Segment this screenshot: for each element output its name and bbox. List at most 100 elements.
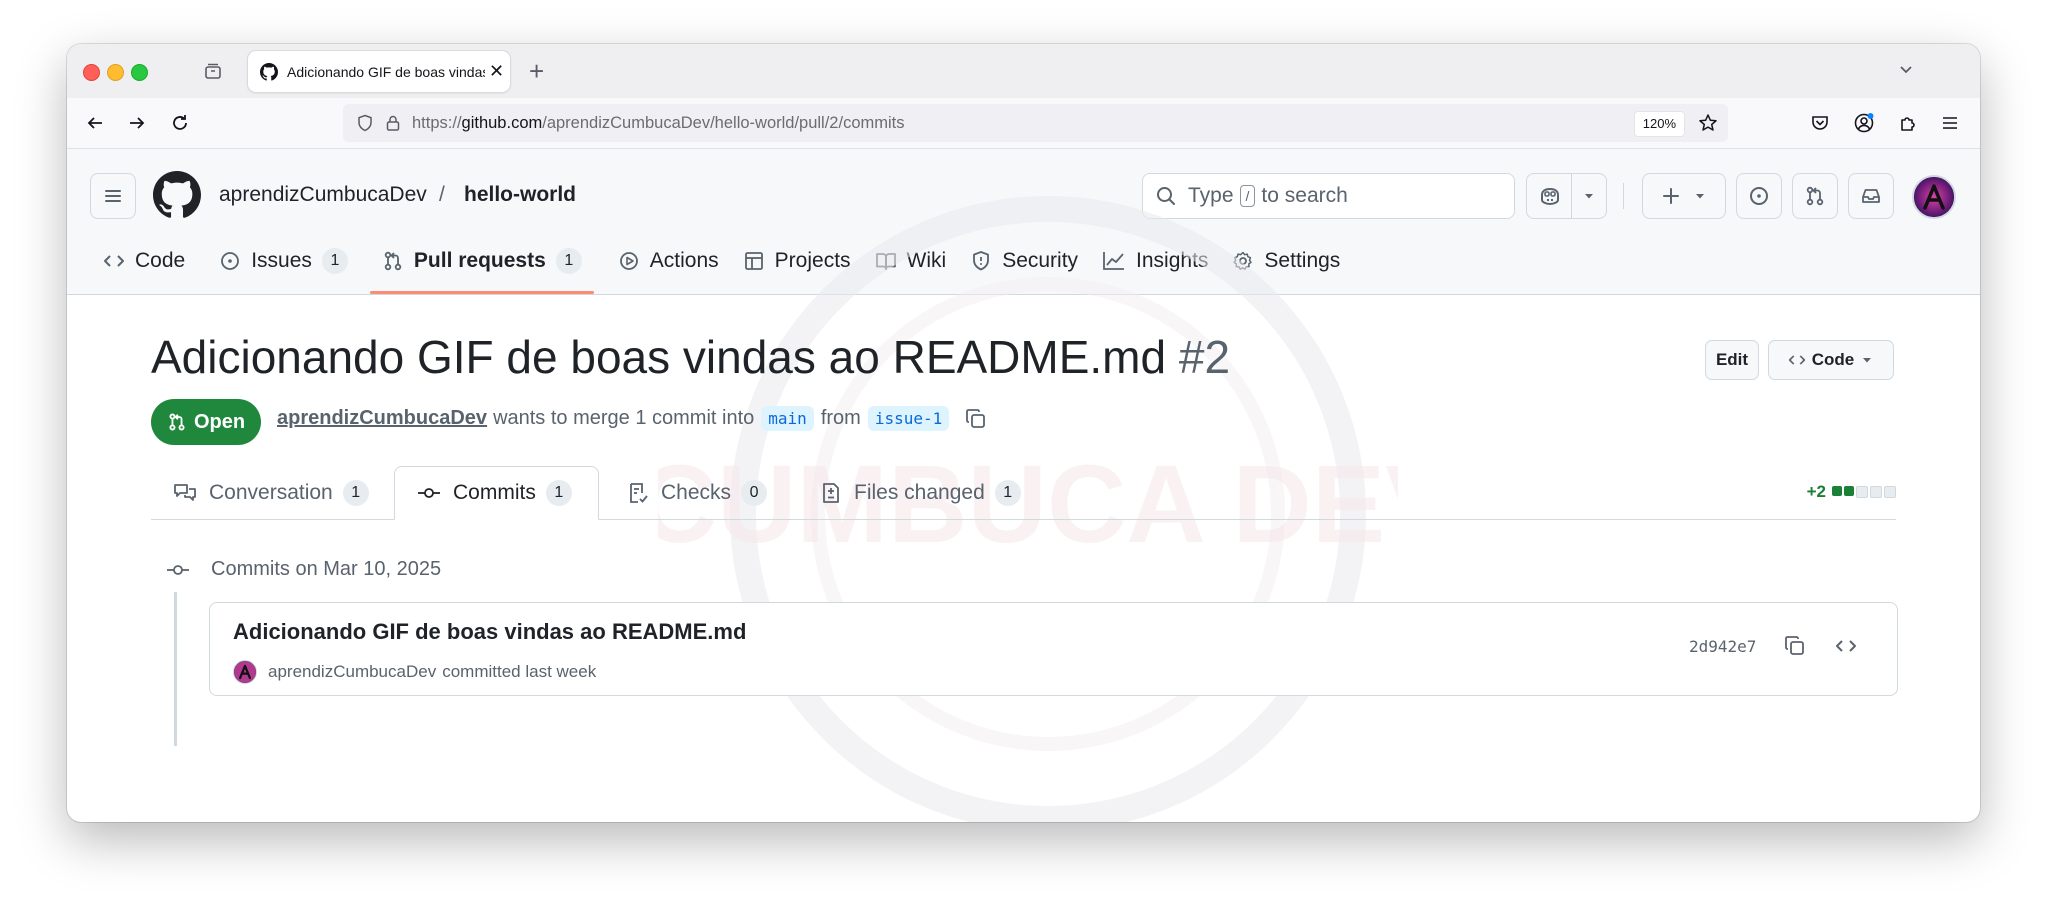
repo-nav-security-label: Security: [1002, 249, 1079, 272]
head-branch-link[interactable]: issue-1: [867, 406, 950, 431]
notifications-inbox-button[interactable]: [1848, 173, 1894, 219]
browser-toolbar: https://github.com/aprendizCumbucaDev/he…: [67, 98, 1980, 149]
code-icon: [1788, 355, 1805, 365]
copy-sha-icon[interactable]: [1782, 633, 1808, 659]
app-menu-icon[interactable]: [1938, 111, 1962, 135]
tab-conversation[interactable]: Conversation 1: [151, 466, 391, 519]
repo-nav-actions-label: Actions: [649, 249, 719, 272]
search-shortcut-key: /: [1239, 185, 1256, 207]
commit-title-link[interactable]: Adicionando GIF de boas vindas ao README…: [233, 619, 746, 645]
github-logo-icon[interactable]: [153, 171, 201, 219]
browser-tab[interactable]: Adicionando GIF de boas vindas ✕: [248, 51, 510, 92]
lock-icon[interactable]: [383, 113, 403, 133]
tab-checks[interactable]: Checks 0: [605, 466, 789, 519]
issues-counter: 1: [321, 248, 348, 274]
diffstat-block-neutral: [1884, 486, 1896, 498]
github-favicon-icon: [259, 62, 279, 82]
hamburger-icon: [105, 190, 121, 202]
repo-nav-actions[interactable]: Actions: [606, 237, 731, 285]
git-pull-request-icon: [1806, 186, 1824, 206]
url-bar[interactable]: https://github.com/aprendizCumbucaDev/he…: [343, 104, 1728, 142]
tab-checks-count: 0: [741, 479, 768, 506]
book-icon: [875, 253, 896, 270]
repo-nav-projects[interactable]: Projects: [731, 237, 863, 285]
repo-nav-issues[interactable]: Issues 1: [207, 237, 360, 285]
base-branch-link[interactable]: main: [761, 406, 814, 431]
search-placeholder-prefix: Type: [1188, 184, 1234, 207]
search-input[interactable]: Type / to search: [1142, 173, 1515, 219]
forward-icon[interactable]: [125, 111, 149, 135]
tab-commits-count: 1: [545, 480, 572, 506]
commit-group-header: Commits on Mar 10, 2025: [165, 558, 441, 581]
repo-nav-wiki[interactable]: Wiki: [863, 237, 959, 285]
close-window-button[interactable]: [83, 64, 100, 81]
pull-request-icon: [384, 251, 402, 271]
repo-nav: Code Issues 1 Pull requests 1 Actions Pr…: [91, 237, 1352, 294]
url-text: https://github.com/aprendizCumbucaDev/he…: [412, 114, 905, 133]
repo-nav-pull-requests[interactable]: Pull requests 1: [369, 237, 594, 294]
reload-icon[interactable]: [168, 111, 192, 135]
pr-number: #2: [1178, 331, 1231, 383]
git-commit-icon: [167, 564, 189, 575]
git-pull-request-icon: [169, 413, 185, 431]
search-icon: [1157, 187, 1175, 205]
gear-icon: [1233, 251, 1253, 270]
maximize-window-button[interactable]: [131, 64, 148, 81]
code-dropdown-button[interactable]: Code: [1768, 340, 1894, 380]
new-tab-button[interactable]: +: [529, 58, 544, 84]
pr-state-label: Open: [194, 410, 246, 433]
commit-author[interactable]: aprendizCumbucaDev: [268, 662, 436, 682]
breadcrumb-repo[interactable]: hello-world: [464, 183, 576, 207]
close-tab-icon[interactable]: ✕: [489, 61, 504, 82]
triangle-down-icon: [1696, 194, 1704, 199]
breadcrumb-owner[interactable]: aprendizCumbucaDev: [219, 183, 427, 207]
list-all-tabs-icon[interactable]: [1896, 60, 1916, 85]
repo-nav-code[interactable]: Code: [91, 237, 197, 285]
commit-sha-link[interactable]: 2d942e7: [1689, 637, 1756, 656]
pr-author-link[interactable]: aprendizCumbucaDev: [277, 407, 487, 430]
pr-state-badge: Open: [151, 399, 262, 445]
repo-nav-security[interactable]: Security: [958, 237, 1090, 285]
tab-title: Adicionando GIF de boas vindas: [287, 63, 485, 80]
plus-icon: [1663, 188, 1679, 204]
account-icon[interactable]: [1852, 111, 1876, 135]
diffstat-additions: +2: [1806, 482, 1826, 501]
minimize-window-button[interactable]: [107, 64, 124, 81]
zoom-level-badge[interactable]: 120%: [1633, 111, 1685, 137]
checklist-icon: [630, 482, 648, 503]
repo-nav-pull-requests-label: Pull requests: [413, 249, 546, 272]
pull-requests-counter: 1: [555, 248, 582, 274]
user-avatar[interactable]: [1912, 175, 1956, 219]
issue-opened-icon: [1750, 187, 1768, 205]
git-commit-icon: [418, 488, 440, 498]
tracking-protection-shield-icon[interactable]: [355, 113, 375, 133]
extensions-puzzle-icon[interactable]: [1896, 111, 1920, 135]
tab-commits[interactable]: Commits 1: [394, 466, 599, 520]
code-icon: [104, 255, 124, 267]
copy-branch-icon[interactable]: [964, 407, 988, 431]
copilot-menu-button[interactable]: [1571, 173, 1607, 219]
graph-icon: [1103, 252, 1125, 270]
diffstat-block-added: [1844, 486, 1854, 496]
copilot-button[interactable]: [1526, 173, 1574, 219]
your-pull-requests-button[interactable]: [1792, 173, 1838, 219]
pocket-icon[interactable]: [1808, 111, 1832, 135]
repo-nav-settings-label: Settings: [1264, 249, 1341, 272]
edit-title-button[interactable]: Edit: [1705, 340, 1759, 380]
tab-manager-icon[interactable]: [201, 59, 225, 83]
commit-author-avatar[interactable]: [233, 660, 257, 684]
your-issues-button[interactable]: [1736, 173, 1782, 219]
issue-icon: [221, 252, 240, 270]
diffstat-block-added: [1832, 486, 1842, 496]
open-global-nav-button[interactable]: [90, 173, 136, 219]
repo-nav-insights[interactable]: Insights: [1090, 237, 1220, 285]
create-new-button[interactable]: [1642, 173, 1726, 219]
back-icon[interactable]: [83, 111, 107, 135]
timeline-line: [174, 592, 177, 746]
tab-files-changed[interactable]: Files changed 1: [798, 466, 1043, 519]
commit-card: Adicionando GIF de boas vindas ao README…: [209, 602, 1898, 696]
github-header: aprendizCumbucaDev / hello-world Type / …: [67, 149, 1980, 295]
repo-nav-settings[interactable]: Settings: [1220, 237, 1352, 285]
browse-repo-at-commit-icon[interactable]: [1833, 633, 1859, 659]
bookmark-star-icon[interactable]: [1698, 113, 1718, 133]
